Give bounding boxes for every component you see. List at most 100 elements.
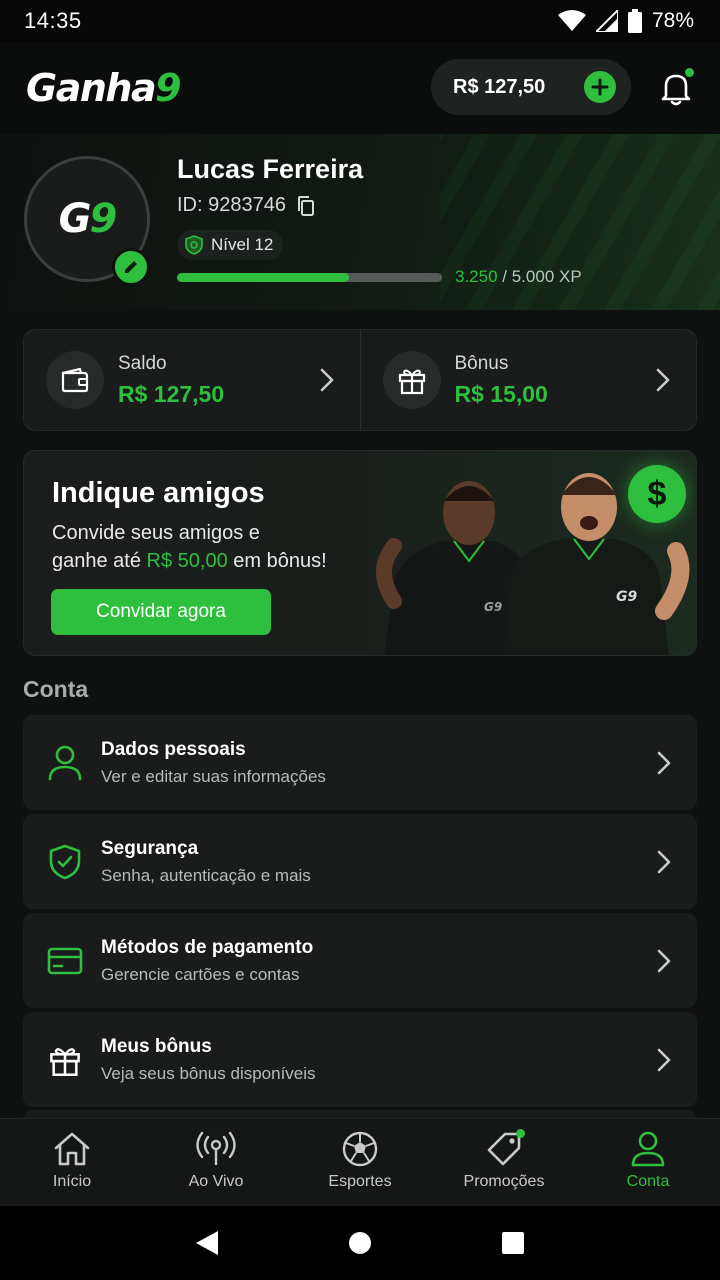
- system-navigation-bar: [0, 1206, 720, 1280]
- xp-current: 3.250: [455, 267, 498, 286]
- xp-total: / 5.000 XP: [502, 267, 582, 286]
- avatar-number: 9: [89, 196, 118, 242]
- dollar-coin-icon: $: [628, 465, 686, 523]
- logo-text: Ganha: [26, 66, 157, 110]
- battery-percent: 78%: [651, 9, 694, 32]
- avatar-logo: G9: [58, 196, 118, 242]
- live-icon: [196, 1131, 236, 1165]
- menu-item-title: Métodos de pagamento: [101, 937, 314, 958]
- profile-name: Lucas Ferreira: [177, 154, 364, 184]
- home-circle-icon[interactable]: [347, 1230, 373, 1256]
- signal-icon: [595, 10, 618, 32]
- bonus-card[interactable]: Bônus R$ 15,00: [359, 330, 697, 430]
- wallet-card: Saldo R$ 127,50 Bônus R$ 15,00: [23, 329, 697, 431]
- nav-label: Ao Vivo: [188, 1173, 244, 1190]
- shield-icon: [45, 842, 85, 882]
- referral-title: Indique amigos: [52, 477, 265, 509]
- plus-icon: [591, 78, 609, 96]
- menu-item-title: Meus bônus: [101, 1036, 212, 1057]
- menu-item-security[interactable]: Segurança Senha, autenticação e mais: [23, 814, 697, 909]
- referral-description: Convide seus amigos e ganhe até R$ 50,00…: [52, 519, 362, 575]
- gift-icon: [398, 369, 425, 395]
- chevron-right-icon: [656, 368, 670, 392]
- app-header: Ganha9 R$ 127,50: [0, 42, 720, 134]
- referral-desc-line1: Convide seus amigos e: [52, 522, 260, 544]
- back-icon[interactable]: [194, 1229, 220, 1257]
- edit-avatar-button[interactable]: [112, 248, 150, 286]
- saldo-label: Saldo: [118, 352, 167, 374]
- profile-id: ID: 9283746: [177, 194, 316, 217]
- header-balance: R$ 127,50: [453, 75, 546, 98]
- menu-item-title: Dados pessoais: [101, 739, 246, 760]
- recents-icon[interactable]: [500, 1230, 526, 1256]
- card-icon: [45, 941, 85, 981]
- xp-text: 3.250 / 5.000 XP: [455, 267, 582, 287]
- level-text: Nível 12: [211, 235, 274, 254]
- chevron-right-icon: [657, 751, 671, 775]
- jersey-logo-left: G9: [484, 600, 502, 614]
- chevron-right-icon: [657, 850, 671, 874]
- menu-item-payment-methods[interactable]: Métodos de pagamento Gerencie cartões e …: [23, 913, 697, 1008]
- invite-now-button[interactable]: Convidar agora: [51, 589, 271, 635]
- referral-banner: Indique amigos Convide seus amigos e gan…: [23, 450, 697, 656]
- saldo-card[interactable]: Saldo R$ 127,50: [24, 330, 360, 430]
- balance-pill[interactable]: R$ 127,50: [431, 59, 631, 115]
- deposit-button[interactable]: [584, 71, 616, 103]
- user-icon: [631, 1131, 665, 1167]
- account-section-title: Conta: [23, 676, 89, 702]
- nav-label: Promoções: [463, 1173, 545, 1190]
- pencil-icon: [125, 261, 137, 273]
- nav-label: Início: [52, 1173, 92, 1190]
- status-icons: 78%: [557, 9, 694, 33]
- menu-item-title: Segurança: [101, 838, 199, 859]
- status-bar: 14:35 78%: [0, 0, 720, 42]
- referral-desc-end: em bônus!: [233, 550, 327, 572]
- chevron-right-icon: [320, 368, 333, 392]
- profile-id-text: ID: 9283746: [177, 194, 286, 216]
- nav-home[interactable]: Início: [0, 1119, 144, 1206]
- battery-icon: [627, 9, 642, 33]
- user-icon: [45, 743, 85, 783]
- nav-promotions[interactable]: Promoções: [432, 1119, 576, 1206]
- wifi-icon: [557, 10, 586, 31]
- status-time: 14:35: [24, 8, 82, 33]
- referral-amount: R$ 50,00: [146, 550, 228, 572]
- home-icon: [54, 1132, 90, 1166]
- bottom-navigation: Início Ao Vivo Esportes Promoções Conta: [0, 1118, 720, 1206]
- bonus-value: R$ 15,00: [454, 380, 548, 407]
- nav-label: Esportes: [328, 1173, 392, 1190]
- profile-header: G9 Lucas Ferreira ID: 9283746 Nível 12 3…: [0, 134, 720, 310]
- promotions-dot: [516, 1129, 525, 1138]
- gift-icon-circle: [382, 351, 441, 409]
- nav-label: Conta: [626, 1173, 670, 1190]
- avatar-letter: G: [58, 196, 92, 242]
- xp-progress-fill: [177, 273, 350, 282]
- level-shield-icon: [185, 235, 203, 255]
- wallet-icon-circle: [46, 351, 104, 409]
- nav-sports[interactable]: Esportes: [288, 1119, 432, 1206]
- menu-item-subtitle: Veja seus bônus disponíveis: [101, 1064, 316, 1083]
- jersey-logo-right: G9: [616, 589, 637, 605]
- bonus-label: Bônus: [454, 352, 509, 374]
- saldo-value: R$ 127,50: [118, 380, 225, 407]
- menu-item-subtitle: Gerencie cartões e contas: [101, 965, 300, 984]
- referral-desc-line2: ganhe até: [52, 550, 141, 572]
- ganha9-logo[interactable]: Ganha9: [26, 66, 182, 110]
- menu-item-my-bonuses[interactable]: Meus bônus Veja seus bônus disponíveis: [23, 1012, 697, 1107]
- logo-number: 9: [155, 66, 181, 110]
- level-badge: Nível 12: [177, 230, 284, 260]
- chevron-right-icon: [657, 1048, 671, 1072]
- chevron-right-icon: [657, 949, 671, 973]
- notifications-button[interactable]: [656, 68, 696, 108]
- nav-live[interactable]: Ao Vivo: [144, 1119, 288, 1206]
- copy-icon[interactable]: [296, 195, 316, 217]
- wallet-icon: [61, 367, 89, 393]
- soccer-ball-icon: [342, 1131, 378, 1167]
- nav-account[interactable]: Conta: [576, 1119, 720, 1206]
- menu-item-personal-data[interactable]: Dados pessoais Ver e editar suas informa…: [23, 715, 697, 810]
- xp-progress-bar: [177, 273, 442, 282]
- menu-item-subtitle: Senha, autenticação e mais: [101, 866, 311, 885]
- gift-icon: [45, 1040, 85, 1080]
- menu-item-subtitle: Ver e editar suas informações: [101, 767, 326, 786]
- notification-dot: [685, 68, 694, 77]
